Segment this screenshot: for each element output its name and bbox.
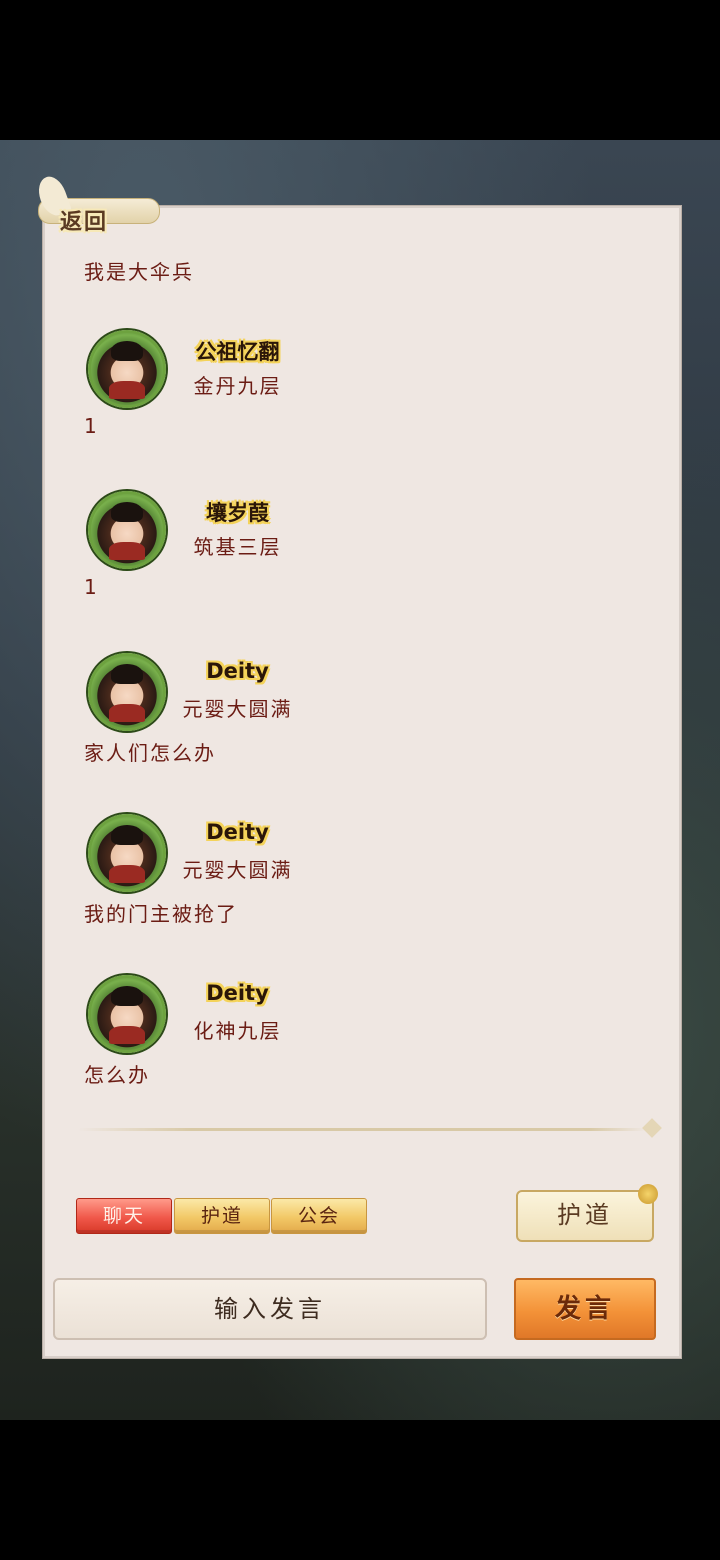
divider	[78, 1128, 646, 1131]
chat-message-text: 1	[84, 414, 99, 438]
hudao-button[interactable]: 护道	[516, 1184, 658, 1242]
tab-chat[interactable]: 聊天	[76, 1198, 172, 1234]
chat-message-text: 怎么办	[84, 1063, 150, 1087]
tab-hudao[interactable]: 护道	[174, 1198, 270, 1234]
sender-name: Deity	[206, 820, 269, 844]
hudao-button-label: 护道	[557, 1201, 613, 1229]
corner-ornament-icon	[638, 1184, 658, 1204]
sender-rank: 元婴大圆满	[182, 697, 293, 721]
message-input[interactable]: 输入发言	[53, 1278, 487, 1340]
sender-name: 壤岁葭	[206, 501, 269, 525]
back-button-label: 返回	[60, 210, 109, 235]
avatar[interactable]	[88, 975, 166, 1053]
sender-name: 公祖忆翻	[195, 340, 280, 364]
avatar[interactable]	[88, 814, 166, 892]
back-button[interactable]: 返回	[33, 172, 160, 242]
avatar[interactable]	[88, 653, 166, 731]
avatar[interactable]	[88, 491, 166, 569]
chat-message-text: 我的门主被抢了	[84, 902, 238, 926]
sender-rank: 元婴大圆满	[182, 858, 293, 882]
avatar[interactable]	[88, 330, 166, 408]
send-button[interactable]: 发言	[514, 1278, 656, 1340]
chat-message-text: 家人们怎么办	[84, 741, 216, 765]
tab-guild[interactable]: 公会	[271, 1198, 367, 1234]
chat-message-text: 1	[84, 575, 99, 599]
sender-name: Deity	[206, 659, 269, 683]
sender-name: Deity	[206, 981, 269, 1005]
sender-rank: 化神九层	[193, 1019, 282, 1043]
sender-rank: 金丹九层	[193, 374, 282, 398]
sender-rank: 筑基三层	[193, 535, 282, 559]
chat-message-text: 我是大伞兵	[84, 260, 194, 284]
